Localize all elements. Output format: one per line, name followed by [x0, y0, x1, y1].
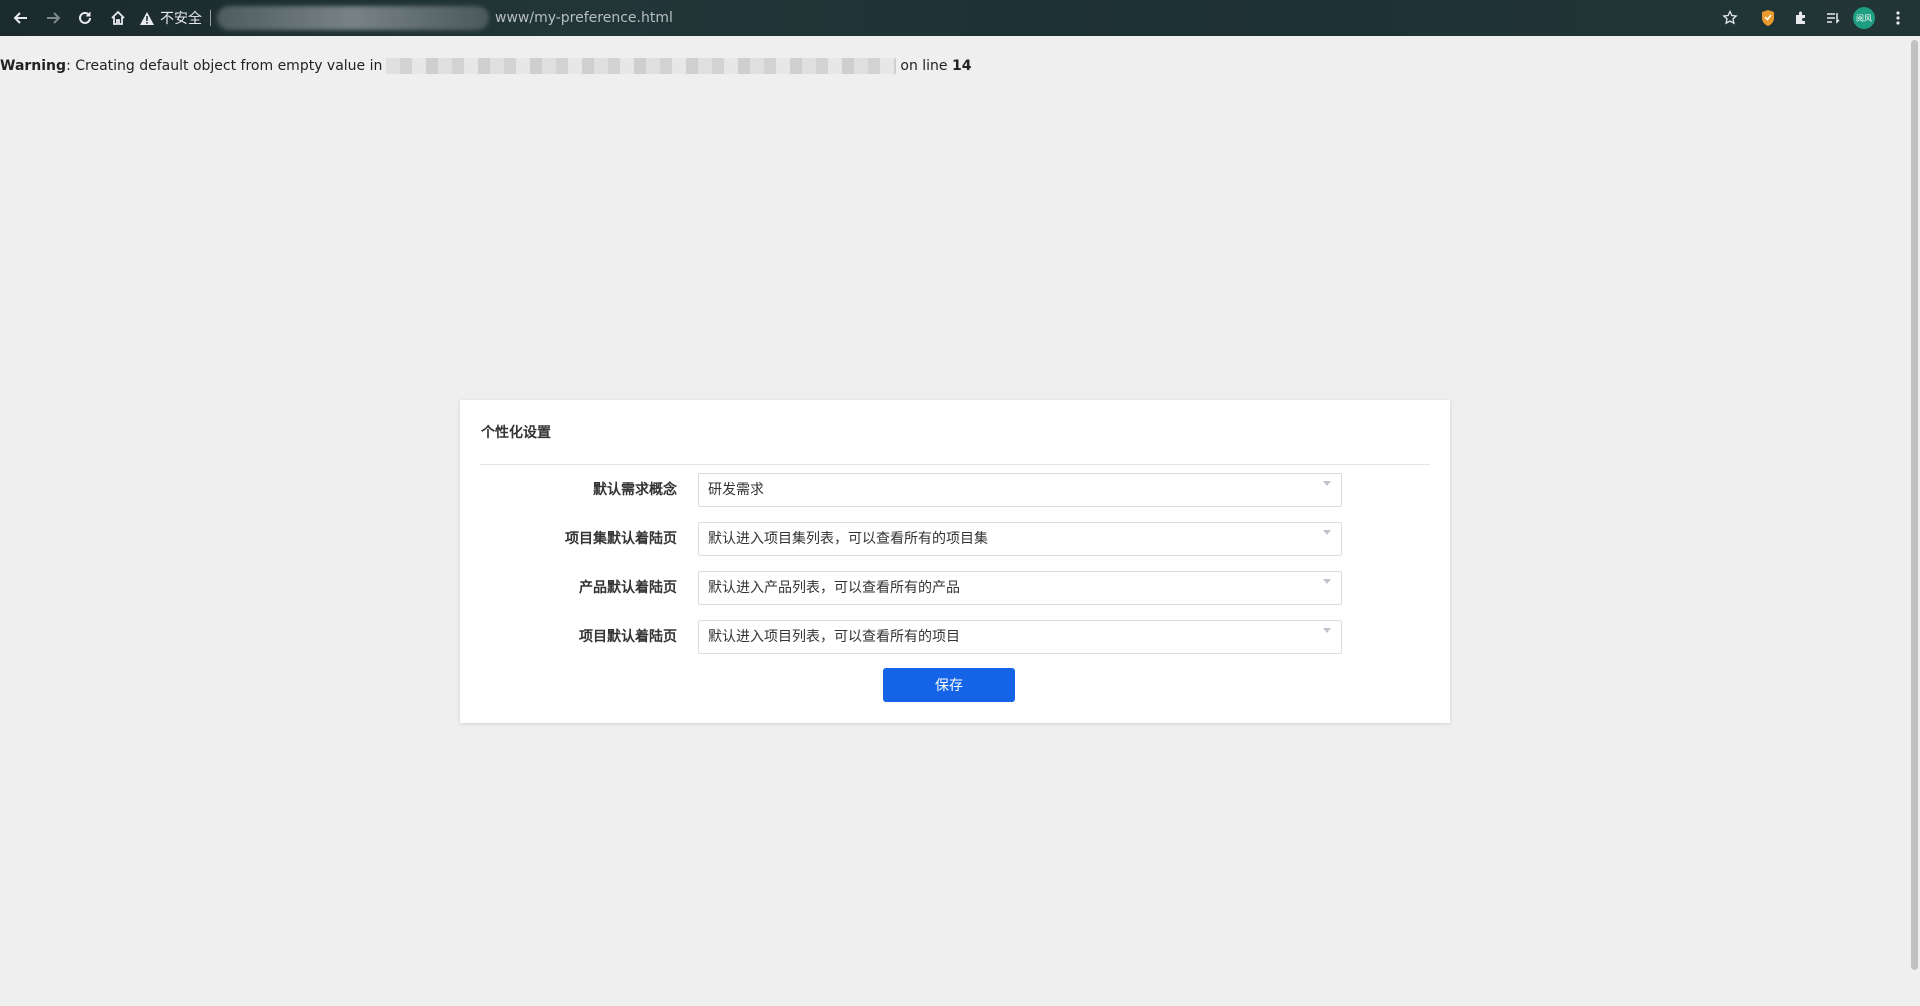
- program-landing-value: 默认进入项目集列表，可以查看所有的项目集: [708, 531, 988, 547]
- redacted-host: [217, 6, 489, 30]
- warning-prefix: Warning: [0, 58, 67, 74]
- bookmark-star-icon[interactable]: [1718, 6, 1742, 30]
- requirement-concept-select[interactable]: 研发需求: [698, 473, 1342, 507]
- form-row-project-landing: 项目默认着陆页 默认进入项目列表，可以查看所有的项目: [460, 620, 1450, 654]
- preference-card: 个性化设置 默认需求概念 研发需求 项目集默认着陆页 默认进入项目集列表，可以查…: [460, 400, 1450, 723]
- home-icon[interactable]: [106, 6, 130, 30]
- extension-shield-icon[interactable]: [1756, 6, 1780, 30]
- card-title: 个性化设置: [481, 425, 551, 441]
- project-landing-label: 项目默认着陆页: [579, 629, 677, 645]
- product-landing-label: 产品默认着陆页: [579, 580, 677, 596]
- back-icon[interactable]: [9, 6, 33, 30]
- warning-line-number: 14: [952, 58, 972, 74]
- scrollbar-thumb[interactable]: [1911, 40, 1918, 970]
- extensions-puzzle-icon[interactable]: [1789, 6, 1813, 30]
- requirement-concept-value: 研发需求: [708, 482, 764, 498]
- php-warning: Warning : Creating default object from e…: [0, 58, 971, 74]
- chevron-down-icon: [1323, 579, 1331, 584]
- more-menu-icon[interactable]: [1886, 6, 1910, 30]
- reading-list-icon[interactable]: [1821, 6, 1845, 30]
- warning-message: : Creating default object from empty val…: [66, 58, 383, 74]
- form-row-program-landing: 项目集默认着陆页 默认进入项目集列表，可以查看所有的项目集: [460, 522, 1450, 556]
- security-label: 不安全: [160, 11, 202, 27]
- address-bar[interactable]: 不安全 www/my-preference.html: [140, 4, 1700, 32]
- card-divider: [480, 464, 1430, 465]
- security-indicator[interactable]: 不安全: [140, 8, 210, 28]
- chevron-down-icon: [1323, 481, 1331, 486]
- url-path: www/my-preference.html: [495, 10, 673, 26]
- form-row-product-landing: 产品默认着陆页 默认进入产品列表，可以查看所有的产品: [460, 571, 1450, 605]
- program-landing-select[interactable]: 默认进入项目集列表，可以查看所有的项目集: [698, 522, 1342, 556]
- forward-icon[interactable]: [41, 6, 65, 30]
- address-separator: [210, 10, 211, 26]
- redacted-file-path: [386, 58, 897, 74]
- warning-suffix: on line: [900, 58, 948, 74]
- project-landing-select[interactable]: 默认进入项目列表，可以查看所有的项目: [698, 620, 1342, 654]
- page-scrollbar[interactable]: [1909, 36, 1920, 1006]
- requirement-concept-label: 默认需求概念: [593, 482, 677, 498]
- chevron-down-icon: [1323, 530, 1331, 535]
- reload-icon[interactable]: [73, 6, 97, 30]
- product-landing-select[interactable]: 默认进入产品列表，可以查看所有的产品: [698, 571, 1342, 605]
- program-landing-label: 项目集默认着陆页: [565, 531, 677, 547]
- browser-toolbar: 不安全 www/my-preference.html 阅风: [0, 0, 1920, 36]
- product-landing-value: 默认进入产品列表，可以查看所有的产品: [708, 580, 960, 596]
- profile-avatar[interactable]: 阅风: [1853, 7, 1875, 29]
- project-landing-value: 默认进入项目列表，可以查看所有的项目: [708, 629, 960, 645]
- save-button[interactable]: 保存: [883, 668, 1015, 702]
- form-row-requirement-concept: 默认需求概念 研发需求: [460, 473, 1450, 507]
- warning-triangle-icon: [140, 11, 154, 25]
- chevron-down-icon: [1323, 628, 1331, 633]
